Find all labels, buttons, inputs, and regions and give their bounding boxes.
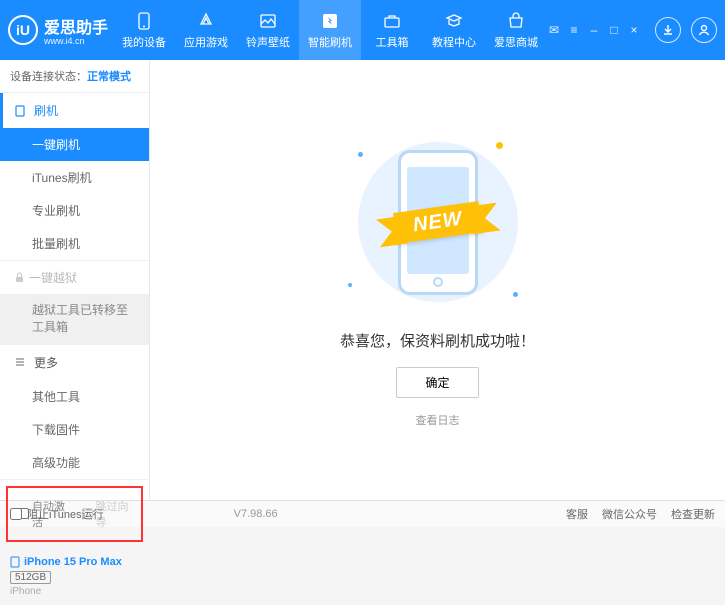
- main-content: NEW 恭喜您，保资料刷机成功啦！ 确定 查看日志: [150, 60, 725, 500]
- ok-button[interactable]: 确定: [396, 367, 478, 398]
- top-nav: 我的设备 应用游戏 铃声壁纸 智能刷机 工具箱 教程中心 爱思商城: [113, 0, 547, 60]
- device-storage: 512GB: [10, 571, 51, 584]
- nav-tutorials[interactable]: 教程中心: [423, 0, 485, 60]
- logo-text: 爱思助手: [44, 14, 108, 38]
- minimize-icon[interactable]: –: [587, 23, 601, 37]
- sidebar: 设备连接状态：正常模式 刷机 一键刷机 iTunes刷机 专业刷机 批量刷机 一…: [0, 60, 150, 500]
- apps-icon: [196, 11, 216, 31]
- footer-support[interactable]: 客服: [566, 506, 588, 522]
- lock-icon: [14, 272, 25, 283]
- sidebar-item-pro-flash[interactable]: 专业刷机: [0, 194, 149, 227]
- sidebar-item-oneclick-flash[interactable]: 一键刷机: [0, 128, 149, 161]
- success-message: 恭喜您，保资料刷机成功啦！: [340, 330, 535, 351]
- app-header: iU 爱思助手 www.i4.cn 我的设备 应用游戏 铃声壁纸 智能刷机 工具…: [0, 0, 725, 60]
- nav-smart-flash[interactable]: 智能刷机: [299, 0, 361, 60]
- nav-my-device[interactable]: 我的设备: [113, 0, 175, 60]
- logo-icon: iU: [8, 15, 38, 45]
- logo-subtitle: www.i4.cn: [44, 36, 108, 46]
- header-controls: ✉ ≡ – □ ×: [547, 17, 717, 43]
- nav-apps-games[interactable]: 应用游戏: [175, 0, 237, 60]
- sidebar-group-more[interactable]: 更多: [0, 345, 149, 380]
- nav-toolbox[interactable]: 工具箱: [361, 0, 423, 60]
- wallpaper-icon: [258, 11, 278, 31]
- store-icon: [506, 11, 526, 31]
- nav-ringtone-wallpaper[interactable]: 铃声壁纸: [237, 0, 299, 60]
- sidebar-group-flash[interactable]: 刷机: [0, 93, 149, 128]
- sidebar-item-advanced[interactable]: 高级功能: [0, 446, 149, 479]
- flash-icon: [320, 11, 340, 31]
- download-button[interactable]: [655, 17, 681, 43]
- version-label: V7.98.66: [234, 508, 278, 520]
- sidebar-item-other-tools[interactable]: 其他工具: [0, 380, 149, 413]
- app-logo: iU 爱思助手 www.i4.cn: [8, 14, 113, 46]
- sidebar-group-jailbreak: 一键越狱: [0, 261, 149, 294]
- device-icon: [134, 11, 154, 31]
- footer-check-update[interactable]: 检查更新: [671, 506, 715, 522]
- sidebar-jailbreak-note: 越狱工具已转移至工具箱: [0, 294, 149, 344]
- tutorial-icon: [444, 11, 464, 31]
- phone-icon: [14, 105, 26, 117]
- device-info: iPhone 15 Pro Max 512GB iPhone: [0, 548, 149, 605]
- device-phone-icon: [10, 556, 20, 568]
- success-illustration: NEW: [328, 132, 548, 312]
- menu-icon[interactable]: ≡: [567, 23, 581, 37]
- sidebar-item-itunes-flash[interactable]: iTunes刷机: [0, 161, 149, 194]
- maximize-icon[interactable]: □: [607, 23, 621, 37]
- close-icon[interactable]: ×: [627, 23, 641, 37]
- view-log-link[interactable]: 查看日志: [416, 412, 460, 428]
- device-name[interactable]: iPhone 15 Pro Max: [10, 556, 139, 568]
- list-icon: [14, 356, 26, 368]
- device-type: iPhone: [10, 586, 139, 597]
- connection-status: 设备连接状态：正常模式: [0, 60, 149, 93]
- feedback-icon[interactable]: ✉: [547, 23, 561, 37]
- sidebar-item-download-firmware[interactable]: 下载固件: [0, 413, 149, 446]
- toolbox-icon: [382, 11, 402, 31]
- footer-wechat[interactable]: 微信公众号: [602, 506, 657, 522]
- user-button[interactable]: [691, 17, 717, 43]
- checkbox-block-itunes[interactable]: 阻止iTunes运行: [10, 506, 104, 522]
- sidebar-item-batch-flash[interactable]: 批量刷机: [0, 227, 149, 260]
- nav-store[interactable]: 爱思商城: [485, 0, 547, 60]
